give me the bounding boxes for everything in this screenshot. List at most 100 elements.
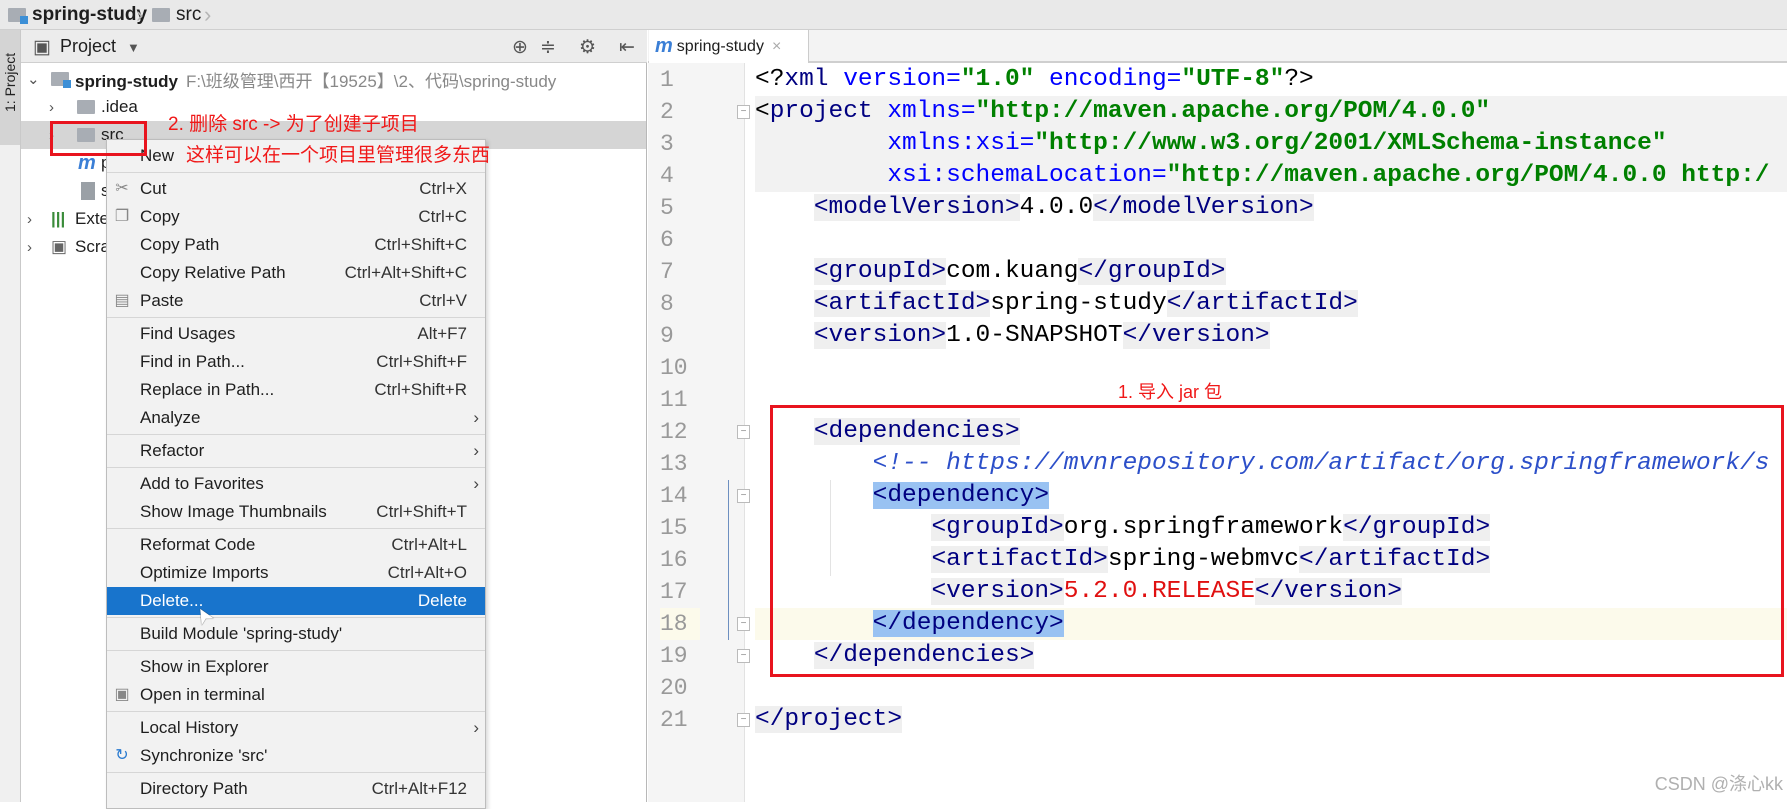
- menu-item-copy-path[interactable]: Copy Path Ctrl+Shift+C: [107, 231, 485, 259]
- menu-item-label: Add to Favorites: [140, 474, 264, 493]
- gear-icon[interactable]: ⚙: [579, 36, 596, 59]
- chevron-down-icon[interactable]: ⌄: [27, 70, 40, 88]
- code-token: encoding=: [1034, 66, 1182, 93]
- menu-item-label: Synchronize 'src': [140, 746, 268, 765]
- menu-separator: [107, 172, 485, 173]
- fold-marker-icon[interactable]: −: [737, 713, 750, 727]
- menu-item-find-in-path[interactable]: Find in Path... Ctrl+Shift+F: [107, 348, 485, 376]
- code-token: "1.0": [960, 66, 1035, 93]
- line-number: 13: [660, 451, 688, 477]
- close-icon[interactable]: ×: [772, 38, 781, 56]
- code-token: <groupId>: [813, 258, 947, 285]
- chevron-down-icon[interactable]: ▼: [127, 40, 140, 55]
- line-number: 14: [660, 483, 688, 509]
- line-number: 6: [660, 227, 674, 253]
- fold-marker-icon[interactable]: −: [737, 105, 750, 119]
- fold-marker-icon[interactable]: −: [737, 425, 750, 439]
- menu-item-label: Analyze: [140, 408, 201, 427]
- sync-icon: ↻: [115, 747, 129, 764]
- menu-item-label: Find in Path...: [140, 352, 245, 371]
- breadcrumb-separator-icon: ›: [136, 2, 144, 27]
- menu-item-show-in-explorer[interactable]: Show in Explorer: [107, 653, 485, 681]
- annotation-box-src: [50, 121, 147, 156]
- menu-item-show-image-thumbnails[interactable]: Show Image Thumbnails Ctrl+Shift+T: [107, 498, 485, 526]
- breadcrumb-item-spring-study[interactable]: spring-study: [8, 4, 147, 26]
- menu-item-label: Replace in Path...: [140, 380, 275, 399]
- code-line: </project>: [755, 704, 1787, 736]
- menu-item-shortcut: Ctrl+Shift+T: [376, 502, 467, 521]
- menu-item-shortcut: Alt+F7: [417, 324, 467, 343]
- code-token: spring-study: [990, 290, 1167, 317]
- code-token: com.kuang: [946, 258, 1079, 285]
- menu-item-shortcut: Ctrl+Alt+F12: [371, 779, 467, 798]
- menu-item-build-module-spring-study[interactable]: Build Module 'spring-study': [107, 620, 485, 648]
- chevron-right-icon[interactable]: ›: [27, 211, 32, 228]
- menu-item-label: Show Image Thumbnails: [140, 502, 327, 521]
- annotation-box-dependencies: [770, 405, 1784, 677]
- code-token: <?: [755, 66, 785, 93]
- menu-item-open-in-terminal[interactable]: ▣ Open in terminal: [107, 681, 485, 709]
- fold-marker-icon[interactable]: −: [737, 649, 750, 663]
- menu-item-paste[interactable]: ▤ Paste Ctrl+V: [107, 287, 485, 315]
- menu-item-synchronize-src[interactable]: ↻ Synchronize 'src': [107, 742, 485, 770]
- code-token: "UTF-8": [1181, 66, 1285, 93]
- code-token: 4.0.0: [1019, 194, 1094, 221]
- menu-item-shortcut: Ctrl+V: [419, 291, 467, 310]
- menu-item-shortcut: Ctrl+Shift+C: [374, 235, 467, 254]
- menu-item-copy[interactable]: ❐ Copy Ctrl+C: [107, 203, 485, 231]
- code-token: 1.0-SNAPSHOT: [946, 322, 1123, 349]
- menu-item-add-to-favorites[interactable]: Add to Favorites ›: [107, 470, 485, 498]
- chevron-right-icon[interactable]: ›: [27, 239, 32, 256]
- copy-icon: ❐: [114, 208, 130, 225]
- chevron-right-icon[interactable]: ›: [49, 99, 54, 116]
- menu-item-label: Refactor: [140, 441, 205, 460]
- menu-item-directory-path[interactable]: Directory Path Ctrl+Alt+F12: [107, 775, 485, 803]
- paste-icon: ▤: [114, 292, 130, 309]
- editor-tab-spring-study[interactable]: m spring-study ×: [649, 30, 809, 63]
- locate-icon[interactable]: ⊕: [512, 36, 528, 59]
- module-folder-icon: [8, 8, 28, 24]
- menu-item-shortcut: Ctrl+Alt+O: [387, 563, 467, 582]
- chevron-right-icon: ›: [473, 441, 479, 460]
- menu-item-delete[interactable]: Delete... Delete: [107, 587, 485, 615]
- code-token: "http://maven.apache.org/POM/4.0.0 http:…: [1166, 162, 1770, 189]
- folder-icon: [77, 100, 95, 114]
- maven-icon: m: [655, 35, 673, 57]
- breadcrumb-item-src[interactable]: src: [152, 4, 201, 26]
- menu-separator: [107, 434, 485, 435]
- collapse-all-icon[interactable]: ≑: [540, 36, 556, 59]
- code-line: <modelVersion>4.0.0</modelVersion>: [755, 192, 1787, 224]
- menu-item-replace-in-path[interactable]: Replace in Path... Ctrl+Shift+R: [107, 376, 485, 404]
- tree-item-spring-study[interactable]: ⌄ spring-study F:\班级管理\西开【19525】\2、代码\spr…: [21, 65, 646, 93]
- project-view-selector[interactable]: Project: [60, 36, 116, 57]
- menu-separator: [107, 650, 485, 651]
- menu-item-local-history[interactable]: Local History ›: [107, 714, 485, 742]
- menu-item-copy-relative-path[interactable]: Copy Relative Path Ctrl+Alt+Shift+C: [107, 259, 485, 287]
- menu-item-label: Reformat Code: [140, 535, 256, 554]
- code-line: xmlns:xsi="http://www.w3.org/2001/XMLSch…: [755, 128, 1787, 160]
- menu-item-analyze[interactable]: Analyze ›: [107, 404, 485, 432]
- code-line: xsi:schemaLocation="http://maven.apache.…: [755, 160, 1787, 192]
- code-token: </modelVersion>: [1093, 194, 1314, 221]
- code-token: <: [755, 98, 770, 125]
- line-number: 4: [660, 163, 674, 189]
- fold-marker-icon[interactable]: −: [737, 617, 750, 631]
- hide-panel-icon[interactable]: ⇤: [619, 36, 635, 59]
- code-token: </artifactId>: [1166, 290, 1358, 317]
- menu-item-label: Show in Explorer: [140, 657, 269, 676]
- code-token: xmlns:xsi=: [755, 130, 1035, 157]
- library-icon: |||: [51, 209, 66, 228]
- line-number: 11: [660, 387, 688, 413]
- menu-item-reformat-code[interactable]: Reformat Code Ctrl+Alt+L: [107, 531, 485, 559]
- menu-item-refactor[interactable]: Refactor ›: [107, 437, 485, 465]
- menu-item-cut[interactable]: ✂ Cut Ctrl+X: [107, 175, 485, 203]
- code-line: <groupId>com.kuang</groupId>: [755, 256, 1787, 288]
- fold-marker-icon[interactable]: −: [737, 489, 750, 503]
- scissors-icon: ✂: [115, 180, 129, 197]
- menu-item-label: Open in terminal: [140, 685, 265, 704]
- menu-separator: [107, 772, 485, 773]
- menu-item-optimize-imports[interactable]: Optimize Imports Ctrl+Alt+O: [107, 559, 485, 587]
- menu-item-find-usages[interactable]: Find Usages Alt+F7: [107, 320, 485, 348]
